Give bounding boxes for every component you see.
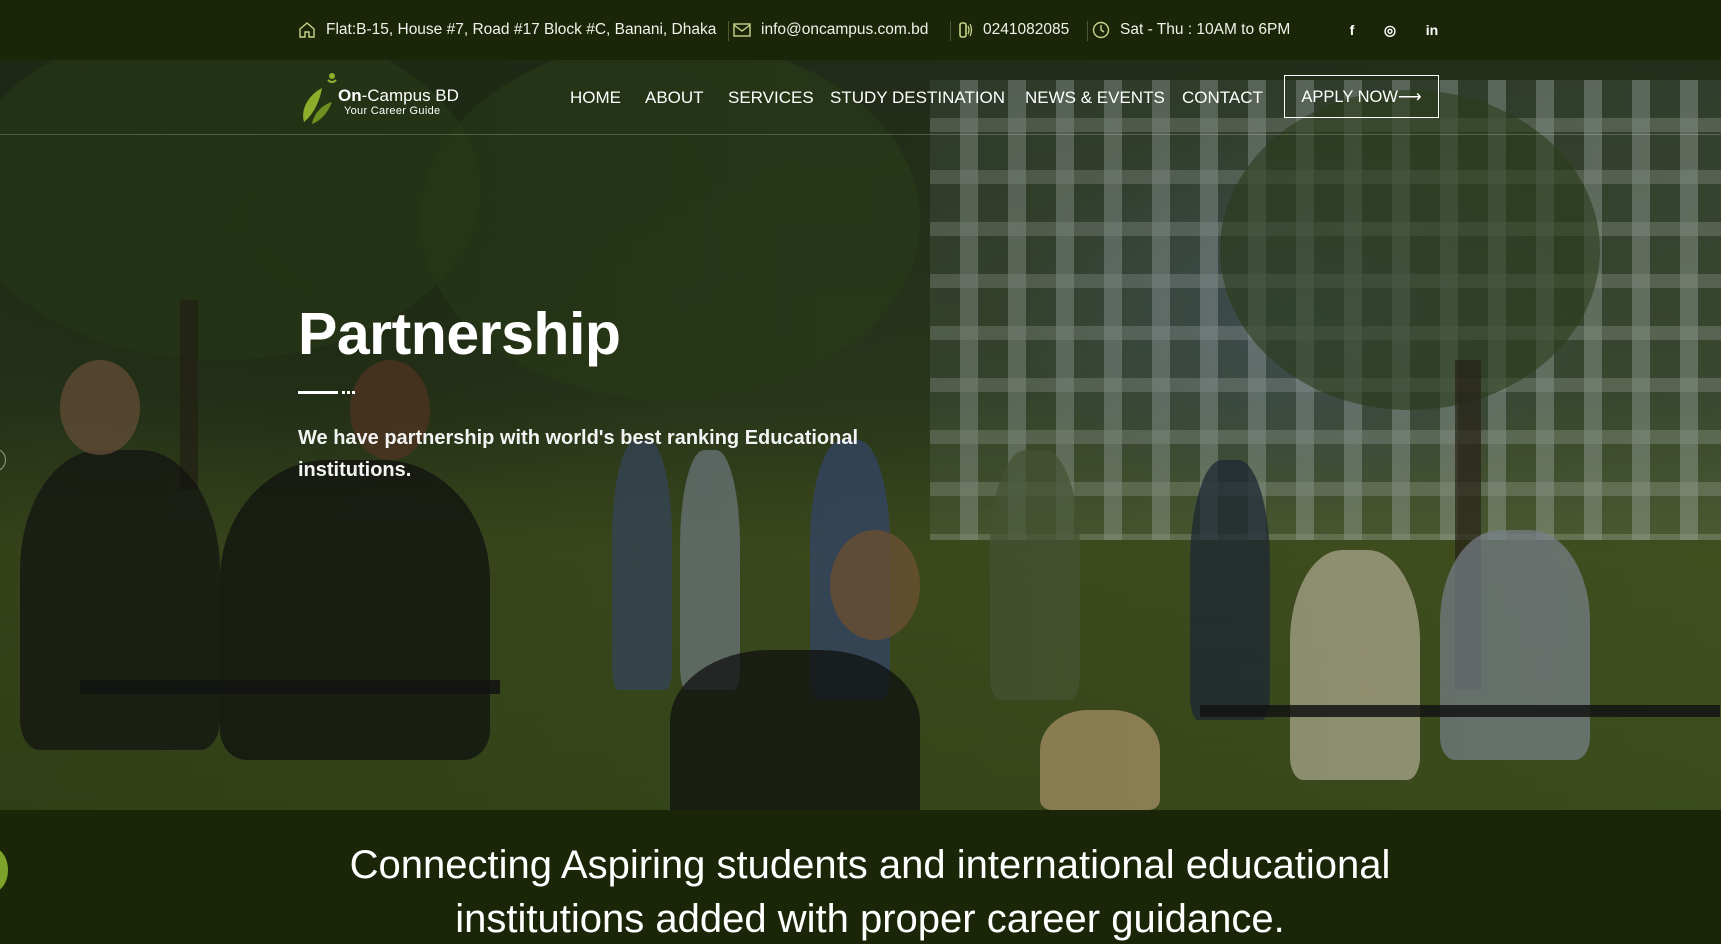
site-logo[interactable]: On-Campus BD Your Career Guide	[298, 70, 478, 126]
logo-tagline: Your Career Guide	[344, 105, 441, 117]
nav-study-destination[interactable]: STUDY DESTINATION	[830, 88, 1005, 108]
nav-about[interactable]: ABOUT	[645, 88, 704, 108]
hero-title: Partnership	[298, 301, 621, 367]
email-item[interactable]: info@oncampus.com.bd	[733, 0, 928, 60]
mission-band: Connecting Aspiring students and interna…	[0, 810, 1721, 944]
topbar-divider	[950, 21, 951, 41]
mission-text: Connecting Aspiring students and interna…	[349, 843, 1391, 941]
divider-bar	[298, 391, 338, 394]
hero-description: We have partnership with world's best ra…	[298, 427, 859, 481]
logo-title-rest: -Campus BD	[361, 86, 459, 105]
home-icon	[299, 22, 315, 38]
nav-contact[interactable]: CONTACT	[1182, 88, 1263, 108]
address-text: Flat:B-15, House #7, Road #17 Block #C, …	[326, 21, 717, 38]
title-divider	[298, 391, 358, 395]
instagram-icon[interactable]: ◎	[1378, 18, 1402, 42]
email-link[interactable]: info@oncampus.com.bd	[761, 21, 928, 39]
divider-dot	[347, 391, 350, 394]
facebook-icon[interactable]: f	[1340, 18, 1364, 42]
hours-item: Sat - Thu : 10AM to 6PM	[1092, 0, 1290, 60]
divider-dot	[352, 391, 355, 394]
linkedin-icon[interactable]: in	[1420, 18, 1444, 42]
divider-dot	[342, 391, 345, 394]
nav-divider	[0, 134, 1721, 135]
nav-home[interactable]: HOME	[570, 88, 621, 108]
phone-item[interactable]: 0241082085	[955, 0, 1069, 60]
phone-link[interactable]: 0241082085	[983, 21, 1069, 39]
address-item: Flat:B-15, House #7, Road #17 Block #C, …	[298, 0, 716, 60]
hours-text: Sat - Thu : 10AM to 6PM	[1120, 21, 1291, 38]
logo-title: On-Campus BD	[338, 86, 459, 106]
topbar-divider	[728, 21, 729, 41]
topbar-divider	[1087, 21, 1088, 41]
top-info-bar: Flat:B-15, House #7, Road #17 Block #C, …	[0, 0, 1721, 60]
nav-services[interactable]: SERVICES	[728, 88, 814, 108]
clock-icon	[1092, 21, 1110, 39]
phone-icon	[959, 22, 973, 38]
envelope-icon	[733, 23, 751, 37]
nav-news-events[interactable]: NEWS & EVENTS	[1025, 88, 1165, 108]
logo-title-bold: On	[338, 86, 362, 105]
apply-now-button[interactable]: APPLY NOW⟶	[1284, 75, 1439, 118]
